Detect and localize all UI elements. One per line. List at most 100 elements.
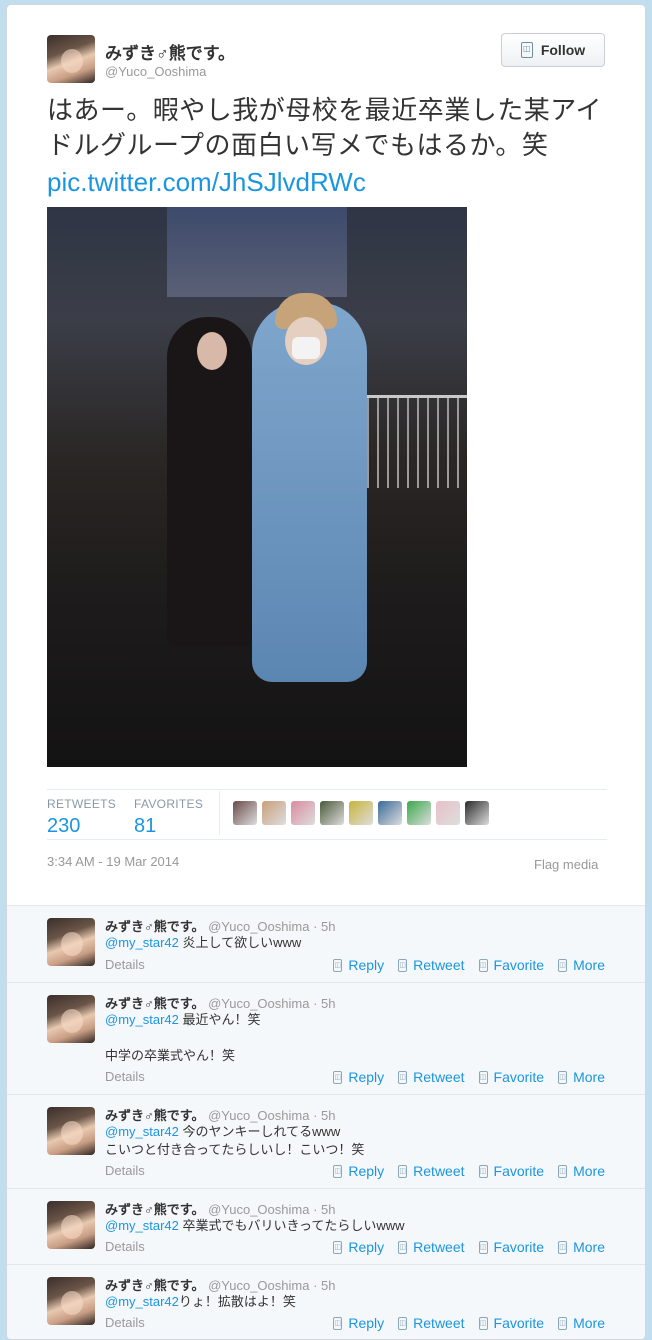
reply-time[interactable]: · 5h xyxy=(313,1202,335,1217)
retweet-label: Retweet xyxy=(413,1239,465,1255)
reply-button[interactable]: ◫ Reply xyxy=(333,1315,384,1331)
more-icon: ◫ xyxy=(558,1164,568,1178)
more-button[interactable]: ◫ More xyxy=(558,1163,605,1179)
retweet-button[interactable]: ◫ Retweet xyxy=(398,1069,465,1085)
favoriter-avatar[interactable] xyxy=(262,801,286,825)
retweets-stat[interactable]: RETWEETS 230 xyxy=(47,797,116,838)
reply-author-handle[interactable]: @Yuco_Ooshima xyxy=(208,1202,309,1217)
tweet-timestamp[interactable]: 3:34 AM - 19 Mar 2014 xyxy=(47,854,179,869)
reply-time[interactable]: · 5h xyxy=(313,1278,335,1293)
reply-author-handle[interactable]: @Yuco_Ooshima xyxy=(208,1278,309,1293)
reply-message: りょ！拡散はよ！笑 xyxy=(178,1294,296,1309)
reply-actions: ◫ Reply ◫ Retweet ◫ Favorite ◫ More xyxy=(333,1239,605,1255)
reply-header: みずき♂熊です。 @Yuco_Ooshima · 5h xyxy=(105,916,335,935)
favorite-button[interactable]: ◫ Favorite xyxy=(478,1163,544,1179)
reply-author-name[interactable]: みずき♂熊です。 xyxy=(105,1202,204,1217)
favorite-button[interactable]: ◫ Favorite xyxy=(478,1315,544,1331)
reply-button[interactable]: ◫ Reply xyxy=(333,1239,384,1255)
replies-list: みずき♂熊です。 @Yuco_Ooshima · 5h @my_star42 炎… xyxy=(7,905,645,1339)
reply-mention[interactable]: @my_star42 xyxy=(105,1124,179,1139)
stats-separator xyxy=(219,791,220,835)
more-button[interactable]: ◫ More xyxy=(558,957,605,973)
reply-details-link[interactable]: Details xyxy=(105,1315,145,1330)
reply-text: @my_star42 最近やん！笑 中学の卒業式やん！笑 xyxy=(105,1011,605,1065)
retweet-button[interactable]: ◫ Retweet xyxy=(398,1239,465,1255)
favorite-button[interactable]: ◫ Favorite xyxy=(478,957,544,973)
reply-text: @my_star42 今のヤンキーしれてるwww こいつと付き合ってたらしいし！… xyxy=(105,1123,605,1159)
reply-author-name[interactable]: みずき♂熊です。 xyxy=(105,996,204,1011)
tweet-photo[interactable] xyxy=(47,207,467,767)
reply-mention[interactable]: @my_star42 xyxy=(105,1012,179,1027)
tweet-photo-link[interactable]: pic.twitter.com/JhSJlvdRWc xyxy=(47,167,366,198)
reply-avatar[interactable] xyxy=(47,1277,95,1325)
stats-divider-top xyxy=(47,789,607,790)
retweet-button[interactable]: ◫ Retweet xyxy=(398,1315,465,1331)
reply-tweet[interactable]: みずき♂熊です。 @Yuco_Ooshima · 5h @my_star42 卒… xyxy=(7,1189,645,1265)
reply-mention[interactable]: @my_star42 xyxy=(105,1294,179,1309)
reply-avatar[interactable] xyxy=(47,1107,95,1155)
more-button[interactable]: ◫ More xyxy=(558,1239,605,1255)
reply-button[interactable]: ◫ Reply xyxy=(333,1163,384,1179)
reply-author-name[interactable]: みずき♂熊です。 xyxy=(105,919,204,934)
retweet-button[interactable]: ◫ Retweet xyxy=(398,957,465,973)
follow-label: Follow xyxy=(540,42,586,58)
reply-time[interactable]: · 5h xyxy=(313,996,335,1011)
favorite-icon: ◫ xyxy=(478,1316,488,1330)
reply-text: @my_star42 炎上して欲しいwww xyxy=(105,934,605,952)
retweet-icon: ◫ xyxy=(398,1164,408,1178)
favorite-button[interactable]: ◫ Favorite xyxy=(478,1239,544,1255)
reply-icon: ◫ xyxy=(333,958,343,972)
reply-time[interactable]: · 5h xyxy=(313,919,335,934)
favoriter-avatar[interactable] xyxy=(465,801,489,825)
reply-button[interactable]: ◫ Reply xyxy=(333,1069,384,1085)
favorite-icon: ◫ xyxy=(478,1070,488,1084)
favoriter-avatar[interactable] xyxy=(349,801,373,825)
reply-mention[interactable]: @my_star42 xyxy=(105,1218,179,1233)
retweet-button[interactable]: ◫ Retweet xyxy=(398,1163,465,1179)
more-button[interactable]: ◫ More xyxy=(558,1315,605,1331)
author-display-name[interactable]: みずき♂熊です。 xyxy=(105,39,235,64)
reply-details-link[interactable]: Details xyxy=(105,1239,145,1254)
author-handle[interactable]: @Yuco_Ooshima xyxy=(105,64,206,79)
more-label: More xyxy=(573,1239,605,1255)
tweet-card: みずき♂熊です。 @Yuco_Ooshima ◫ Follow はあー。暇やし我… xyxy=(6,4,646,1340)
reply-avatar[interactable] xyxy=(47,995,95,1043)
favoriter-avatar[interactable] xyxy=(436,801,460,825)
reply-tweet[interactable]: みずき♂熊です。 @Yuco_Ooshima · 5h @my_star42 最… xyxy=(7,983,645,1095)
reply-avatar[interactable] xyxy=(47,918,95,966)
reply-details-link[interactable]: Details xyxy=(105,957,145,972)
reply-author-handle[interactable]: @Yuco_Ooshima xyxy=(208,919,309,934)
favoriter-avatar[interactable] xyxy=(378,801,402,825)
reply-details-link[interactable]: Details xyxy=(105,1069,145,1084)
reply-details-link[interactable]: Details xyxy=(105,1163,145,1178)
reply-avatar[interactable] xyxy=(47,1201,95,1249)
reply-author-handle[interactable]: @Yuco_Ooshima xyxy=(208,996,309,1011)
favorite-label: Favorite xyxy=(493,1069,545,1085)
retweets-count: 230 xyxy=(47,815,81,837)
follow-button[interactable]: ◫ Follow xyxy=(501,33,605,67)
favoriter-avatar[interactable] xyxy=(320,801,344,825)
reply-tweet[interactable]: みずき♂熊です。 @Yuco_Ooshima · 5h @my_star42りょ… xyxy=(7,1265,645,1339)
favorite-button[interactable]: ◫ Favorite xyxy=(478,1069,545,1085)
follow-icon: ◫ xyxy=(520,42,533,58)
retweets-label: RETWEETS xyxy=(47,797,117,811)
reply-label: Reply xyxy=(348,1069,385,1085)
favorites-count: 81 xyxy=(134,815,157,837)
flag-media-link[interactable]: Flag media xyxy=(534,857,598,872)
favoriter-avatar[interactable] xyxy=(291,801,315,825)
reply-time[interactable]: · 5h xyxy=(313,1108,335,1123)
reply-tweet[interactable]: みずき♂熊です。 @Yuco_Ooshima · 5h @my_star42 炎… xyxy=(7,906,645,983)
reply-author-name[interactable]: みずき♂熊です。 xyxy=(105,1278,204,1293)
reply-actions: ◫ Reply ◫ Retweet ◫ Favorite ◫ More xyxy=(333,1163,605,1179)
reply-author-handle[interactable]: @Yuco_Ooshima xyxy=(208,1108,309,1123)
favoriter-avatar[interactable] xyxy=(233,801,257,825)
favorites-stat[interactable]: FAVORITES 81 xyxy=(134,797,203,838)
favoriter-avatar[interactable] xyxy=(407,801,431,825)
reply-mention[interactable]: @my_star42 xyxy=(105,935,179,950)
more-button[interactable]: ◫ More xyxy=(558,1069,605,1085)
reply-button[interactable]: ◫ Reply xyxy=(333,957,384,973)
author-avatar[interactable] xyxy=(47,35,95,83)
reply-author-name[interactable]: みずき♂熊です。 xyxy=(105,1108,204,1123)
reply-message: 炎上して欲しいwww xyxy=(178,935,302,950)
reply-tweet[interactable]: みずき♂熊です。 @Yuco_Ooshima · 5h @my_star42 今… xyxy=(7,1095,645,1189)
